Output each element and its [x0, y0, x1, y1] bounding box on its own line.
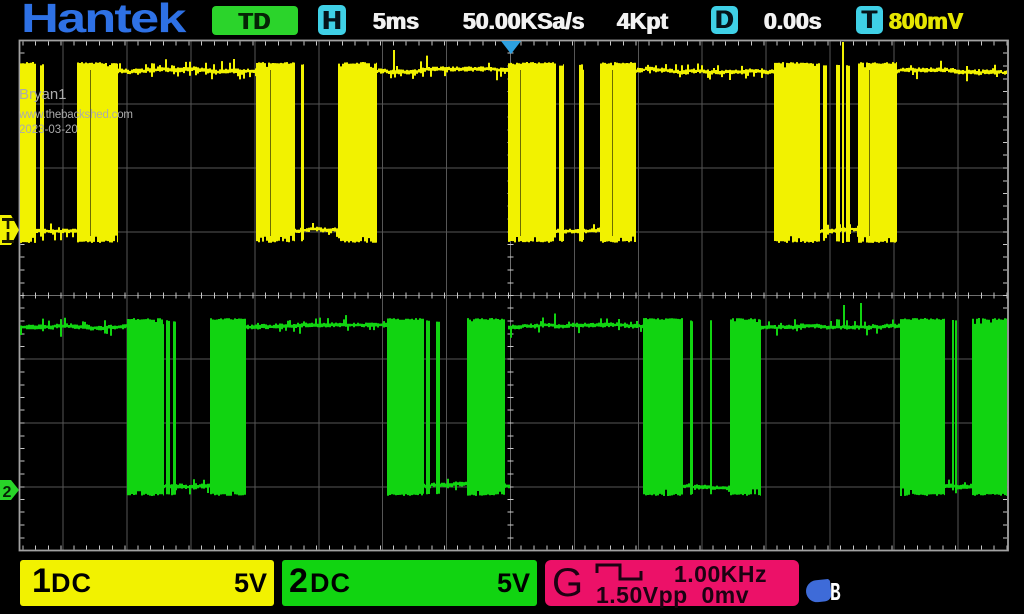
svg-text:2: 2 — [3, 484, 12, 501]
svg-text:B: B — [830, 578, 841, 606]
